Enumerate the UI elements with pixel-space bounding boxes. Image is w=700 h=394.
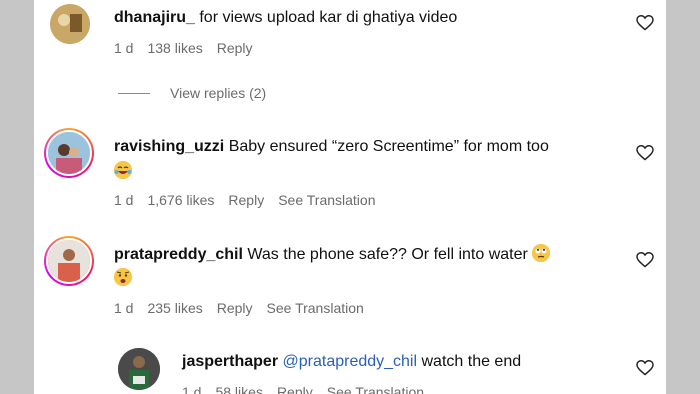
comment-text: Baby ensured “zero Screentime” for mom t… [228,138,549,155]
avatar-image-icon [48,240,90,282]
see-translation-button[interactable]: See Translation [327,384,424,394]
reply-button[interactable]: Reply [277,384,313,394]
comment-text: watch the end [421,353,522,370]
comment-likes[interactable]: 58 likes [215,384,262,394]
heart-icon[interactable] [636,15,654,31]
worried-emoji-icon [114,268,132,286]
comment-time: 1 d [182,384,202,394]
eye-roll-emoji-icon [532,244,551,262]
divider-line [118,92,150,94]
avatar[interactable] [44,236,94,286]
laughing-crying-emoji-icon [114,161,132,179]
see-translation-button[interactable]: See Translation [278,192,375,208]
comment-likes[interactable]: 138 likes [147,40,202,56]
heart-icon[interactable] [636,252,654,268]
reply-button[interactable]: Reply [217,300,253,316]
avatar[interactable] [118,348,160,390]
heart-icon[interactable] [636,145,654,161]
comment-username[interactable]: dhanajiru_ [114,9,195,26]
avatar-image-icon [50,4,90,44]
view-replies-button[interactable]: View replies (2) [118,85,266,101]
comment-time: 1 d [114,192,134,208]
avatar-image-icon [118,348,160,390]
view-replies-label: View replies (2) [170,85,267,101]
reply-button[interactable]: Reply [217,40,253,56]
comments-panel: dhanajiru_ for views upload kar di ghati… [34,0,666,394]
comment-likes[interactable]: 1,676 likes [147,192,214,208]
reply-button[interactable]: Reply [228,192,264,208]
avatar-image-icon [48,132,90,174]
comment-time: 1 d [114,40,134,56]
comment-username[interactable]: pratapreddy_chil [114,246,243,263]
heart-icon[interactable] [636,360,654,376]
comment-likes[interactable]: 235 likes [147,300,202,316]
avatar[interactable] [50,4,90,44]
comment-username[interactable]: jasperthaper [182,353,278,370]
comment-username[interactable]: ravishing_uzzi [114,138,224,155]
comment-time: 1 d [114,300,134,316]
comment-text: Was the phone safe?? Or fell into water [247,246,528,263]
mention-link[interactable]: @pratapreddy_chil [283,353,418,370]
comment-text: for views upload kar di ghatiya video [199,9,458,26]
see-translation-button[interactable]: See Translation [267,300,364,316]
avatar[interactable] [44,128,94,178]
